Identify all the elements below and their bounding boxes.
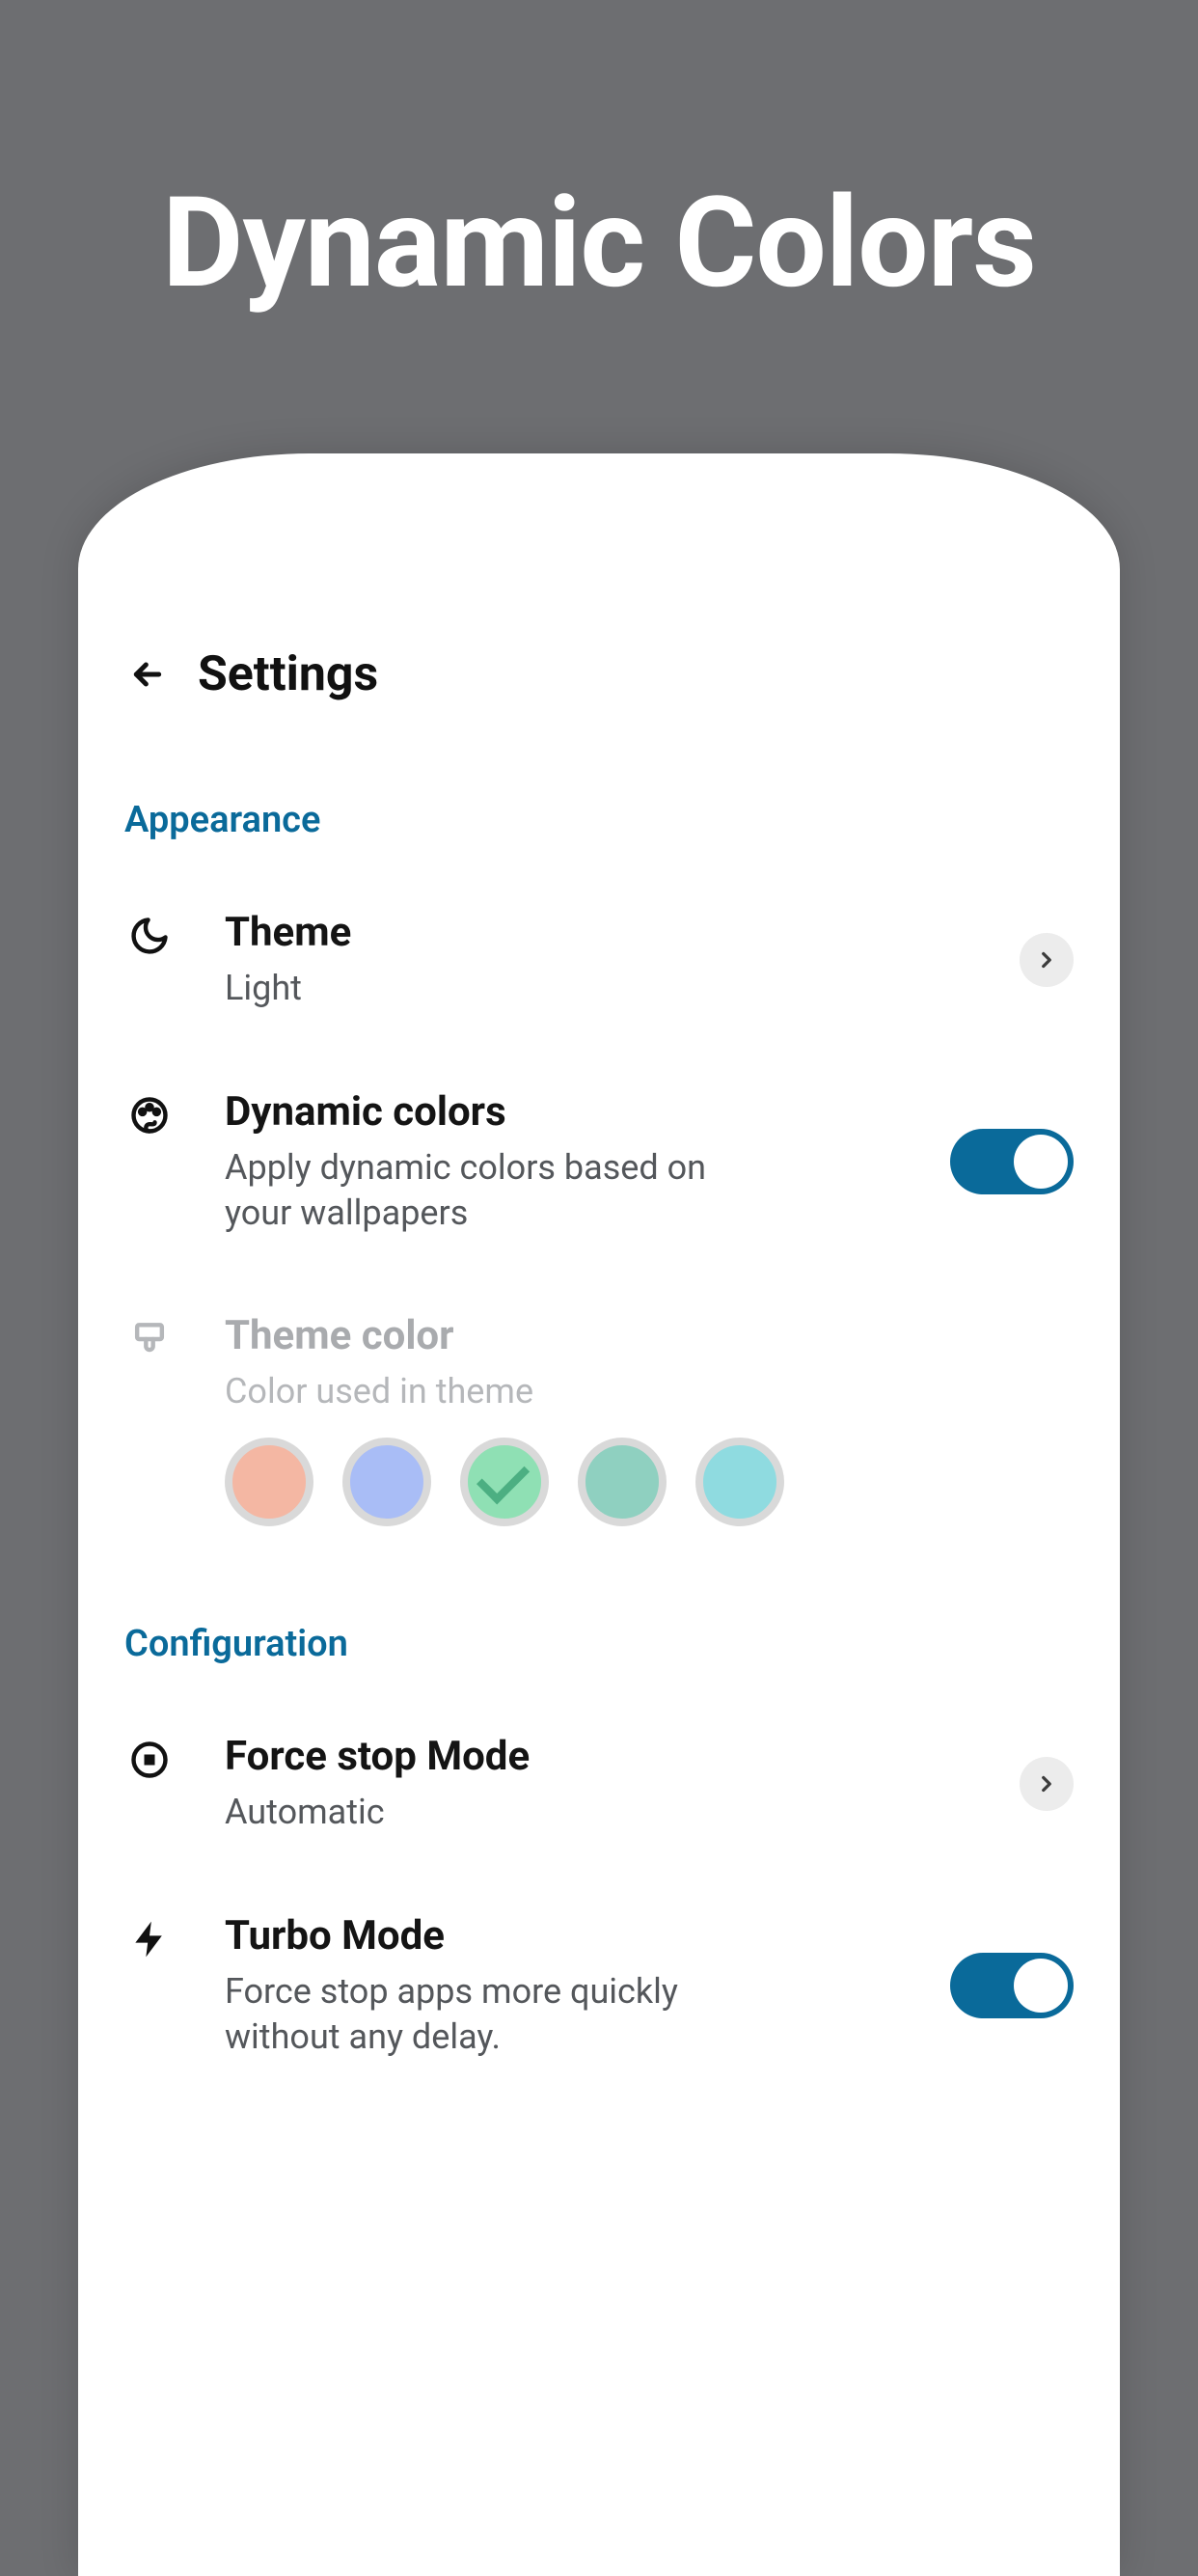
row-theme-title: Theme [225,909,969,956]
section-configuration-label: Configuration [124,1623,1074,1665]
row-turbo-text: Turbo Mode Force stop apps more quickly … [225,1912,900,2060]
row-theme[interactable]: Theme Light [124,870,1074,1050]
row-turbo-subtitle: Force stop apps more quickly without any… [225,1969,765,2060]
section-appearance-label: Appearance [124,799,1074,841]
color-swatch-1[interactable] [342,1438,431,1526]
toggle-turbo[interactable] [950,1953,1074,2018]
appbar: Settings [124,569,1074,741]
brush-icon [124,1312,175,1360]
color-swatch-4[interactable] [695,1438,784,1526]
stop-icon [124,1733,175,1781]
row-force-stop-title: Force stop Mode [225,1733,969,1780]
moon-icon [124,909,175,957]
row-theme-chevron[interactable] [1020,933,1074,987]
row-turbo[interactable]: Turbo Mode Force stop apps more quickly … [124,1874,1074,2098]
device-frame: Settings Appearance Theme Light [78,453,1120,2576]
color-swatch-0[interactable] [225,1438,313,1526]
row-theme-color: Theme color Color used in theme [124,1274,1074,1565]
screen: Settings Appearance Theme Light [78,569,1120,2576]
color-swatch-3[interactable] [578,1438,667,1526]
row-dynamic-colors[interactable]: Dynamic colors Apply dynamic colors base… [124,1050,1074,1274]
row-dynamic-subtitle: Apply dynamic colors based on your wallp… [225,1145,765,1236]
row-theme-color-title: Theme color [225,1312,1074,1359]
row-dynamic-title: Dynamic colors [225,1088,900,1136]
row-turbo-title: Turbo Mode [225,1912,900,1959]
row-force-stop-subtitle: Automatic [225,1790,765,1835]
row-force-stop-chevron[interactable] [1020,1757,1074,1811]
toggle-knob [1014,1135,1068,1189]
arrow-left-icon [128,655,167,694]
row-theme-subtitle: Light [225,966,765,1011]
row-dynamic-text: Dynamic colors Apply dynamic colors base… [225,1088,900,1236]
row-theme-color-text: Theme color Color used in theme [225,1312,1074,1526]
palette-icon [124,1088,175,1137]
chevron-right-icon [1034,947,1059,973]
toggle-knob [1014,1959,1068,2013]
row-theme-color-subtitle: Color used in theme [225,1369,765,1414]
row-force-stop-text: Force stop Mode Automatic [225,1733,969,1835]
color-swatch-2[interactable] [460,1438,549,1526]
page-title: Settings [198,646,378,702]
back-button[interactable] [124,651,171,698]
hero-title: Dynamic Colors [162,169,1036,316]
toggle-dynamic-colors[interactable] [950,1129,1074,1194]
swatch-row [225,1438,1074,1526]
row-force-stop[interactable]: Force stop Mode Automatic [124,1694,1074,1874]
lightning-icon [124,1912,175,1960]
chevron-right-icon [1034,1771,1059,1796]
row-theme-text: Theme Light [225,909,969,1011]
